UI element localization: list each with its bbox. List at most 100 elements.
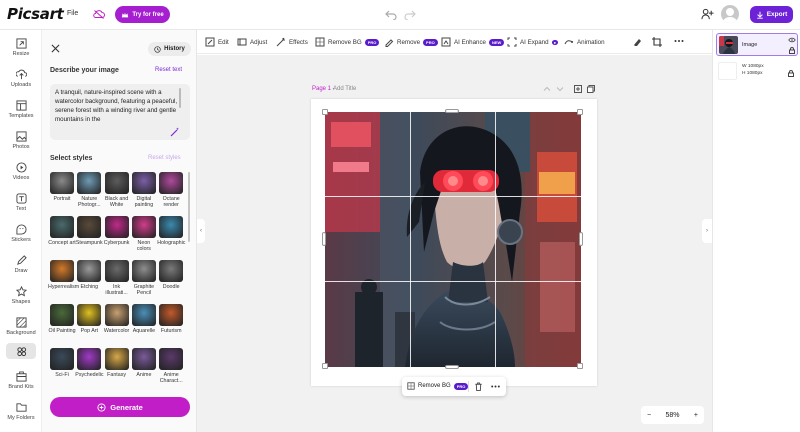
eraser-icon[interactable] — [632, 37, 642, 47]
style-option[interactable]: Holographic — [157, 216, 185, 246]
style-option[interactable]: Watercolor — [104, 304, 129, 334]
reset-styles-link[interactable]: Reset styles — [148, 155, 181, 161]
rail-item-brand-kits[interactable]: Brand Kits — [0, 371, 42, 397]
zoom-in-button[interactable]: + — [694, 412, 698, 419]
layer-item-image[interactable]: Image — [716, 33, 798, 56]
reset-text-link[interactable]: Reset text — [155, 67, 182, 73]
crop-handle-top-right[interactable] — [577, 109, 583, 115]
style-thumbnail — [104, 348, 129, 370]
export-button[interactable]: Export — [750, 6, 793, 23]
rail-item-templates[interactable]: Templates — [0, 100, 42, 126]
more-options-icon[interactable] — [491, 385, 500, 388]
close-icon[interactable] — [51, 44, 60, 53]
rail-item-text[interactable]: Text — [0, 193, 42, 219]
zoom-out-button[interactable]: − — [647, 412, 651, 419]
rail-item-shapes[interactable]: Shapes — [0, 286, 42, 312]
style-option[interactable]: Black and White — [104, 172, 129, 208]
style-option[interactable]: Futurism — [159, 304, 184, 334]
rail-item-background[interactable]: Background — [0, 317, 42, 343]
style-option[interactable]: Anime Charact... — [159, 348, 184, 384]
style-option[interactable]: Pop Art — [77, 304, 102, 334]
crop-handle-bottom-left[interactable] — [322, 363, 328, 369]
crop-handle-left[interactable] — [322, 232, 326, 246]
resize-icon — [15, 38, 27, 49]
style-option[interactable]: Octane render — [159, 172, 184, 208]
crop-handle-right[interactable] — [579, 232, 583, 246]
style-option[interactable]: Sci-Fi — [50, 348, 74, 378]
style-option[interactable]: Steampunk — [76, 216, 103, 246]
more-options-icon[interactable] — [674, 39, 684, 43]
zoom-level[interactable]: 58% — [665, 412, 679, 419]
tool-remove[interactable]: Remove PRO — [384, 36, 438, 48]
crop-handle-bottom[interactable] — [445, 365, 459, 369]
crop-icon[interactable] — [652, 37, 662, 47]
add-user-icon[interactable] — [701, 8, 714, 21]
crop-handle-top-left[interactable] — [322, 109, 328, 115]
style-option[interactable]: Etching — [77, 260, 102, 290]
history-button[interactable]: History — [148, 42, 191, 56]
tool-ai-enhance[interactable]: AI Enhance NEW — [441, 36, 505, 48]
style-option[interactable]: Cyberpunk — [104, 216, 129, 246]
style-option[interactable]: Portrait — [50, 172, 74, 202]
cloud-sync-icon[interactable] — [93, 9, 105, 19]
style-option[interactable]: Psychedelic — [75, 348, 104, 378]
generate-button[interactable]: Generate — [50, 397, 190, 417]
style-option[interactable]: Concept art — [48, 216, 76, 246]
style-option[interactable]: Neon colors — [131, 216, 156, 252]
style-option[interactable]: Aquarelle — [131, 304, 156, 334]
rail-item-stickers[interactable]: Stickers — [0, 224, 42, 250]
file-menu[interactable]: File — [67, 10, 78, 17]
add-page-icon[interactable] — [574, 85, 582, 93]
rail-item-uploads[interactable]: Uploads — [0, 69, 42, 95]
tool-animation[interactable]: Animation — [564, 36, 605, 48]
rail-item-my-folders[interactable]: My Folders — [0, 402, 42, 428]
style-option[interactable]: Digital painting — [131, 172, 156, 208]
prompt-scrollbar[interactable] — [179, 88, 181, 108]
visibility-icon[interactable] — [788, 37, 796, 43]
layer-item-background[interactable]: W 1080px H 1080px — [716, 60, 798, 83]
style-option[interactable]: Oil Painting — [48, 304, 76, 334]
duplicate-page-icon[interactable] — [587, 85, 595, 93]
style-option[interactable]: Anime — [131, 348, 156, 378]
style-name: Hyperrealism — [48, 284, 80, 290]
undo-icon[interactable] — [385, 8, 397, 20]
rail-item-photos[interactable]: Photos — [0, 131, 42, 157]
page-down-icon[interactable] — [556, 85, 564, 93]
canvas-image[interactable] — [325, 112, 581, 367]
crop-handle-bottom-right[interactable] — [577, 363, 583, 369]
collapse-right-panel-button[interactable]: › — [702, 219, 712, 243]
magic-wand-icon[interactable] — [170, 127, 180, 137]
prompt-textarea[interactable]: A tranquil, nature-inspired scene with a… — [50, 84, 190, 140]
tool-remove-bg[interactable]: Remove BG PRO — [315, 36, 380, 48]
style-option[interactable]: Hyperrealism — [48, 260, 80, 290]
style-option[interactable]: Doodle — [159, 260, 184, 290]
rail-item-videos[interactable]: Videos — [0, 162, 42, 188]
style-option[interactable]: Fantasy — [104, 348, 129, 378]
picsart-logo[interactable]: Picsart — [7, 5, 64, 23]
redo-icon[interactable] — [404, 8, 416, 20]
page-title-input[interactable]: Add Title — [333, 86, 356, 92]
tool-ai-expand[interactable]: AI Expand ● — [507, 36, 558, 48]
tool-edit[interactable]: Edit — [205, 36, 229, 48]
style-option[interactable]: Graphite Pencil — [131, 260, 156, 296]
trash-icon[interactable] — [474, 382, 483, 391]
lock-icon[interactable] — [788, 70, 794, 77]
floating-remove-bg-button[interactable]: Remove BG PRO — [407, 382, 469, 390]
style-thumbnail — [50, 348, 74, 370]
page-up-icon[interactable] — [543, 85, 551, 93]
style-option[interactable]: Ink illustrati... — [104, 260, 129, 296]
user-avatar[interactable] — [721, 5, 739, 23]
style-option[interactable]: Nature Photogr... — [77, 172, 102, 208]
lock-icon[interactable] — [789, 47, 795, 54]
panel-scrollbar[interactable] — [188, 172, 190, 242]
crop-handle-top[interactable] — [445, 109, 459, 113]
tool-effects[interactable]: Effects — [276, 36, 308, 48]
collapse-left-panel-button[interactable]: ‹ — [197, 219, 205, 243]
tool-adjust[interactable]: Adjust — [237, 36, 267, 48]
rail-item-draw[interactable]: Draw — [0, 255, 42, 281]
ai-expand-icon — [507, 37, 517, 47]
rail-item-resize[interactable]: Resize — [0, 38, 42, 64]
try-for-free-button[interactable]: Try for free — [115, 6, 170, 23]
rail-item-ai-tools[interactable] — [0, 343, 42, 369]
style-thumbnail — [131, 216, 156, 238]
